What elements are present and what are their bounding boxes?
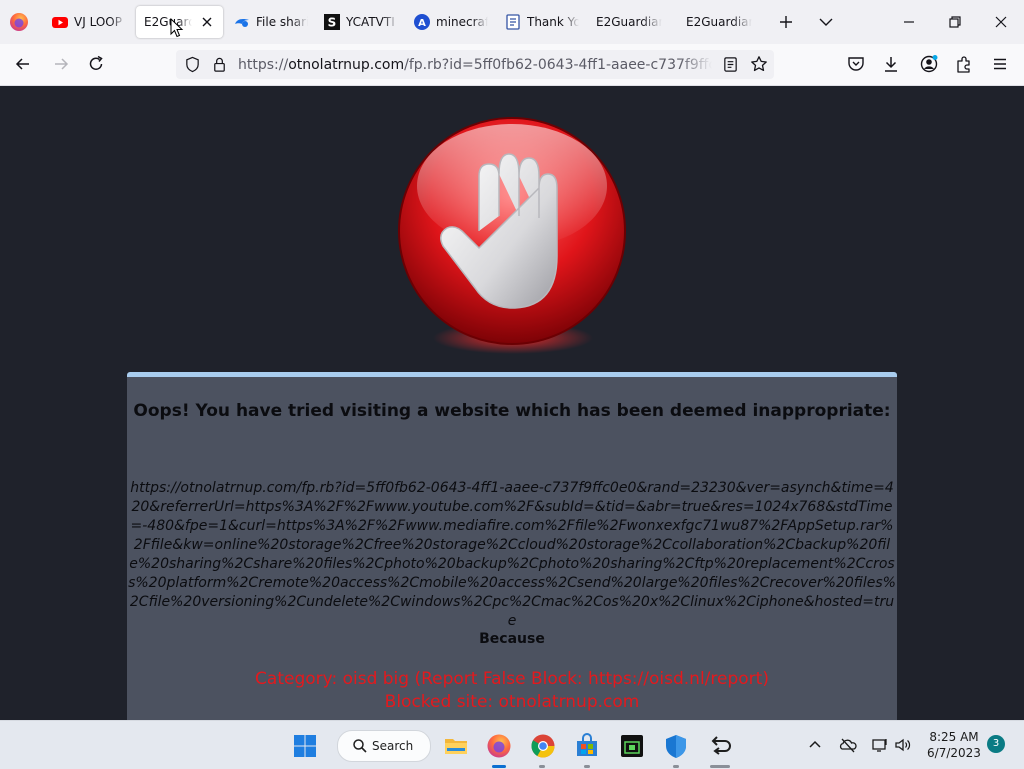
defender-shield-icon[interactable]	[663, 733, 689, 759]
windows-taskbar: Search 8:25 AM 6/7/2023 3	[0, 720, 1024, 769]
network-icon[interactable]	[871, 736, 889, 754]
tab-label: E2Guardian -	[596, 15, 662, 29]
taskbar-clock[interactable]: 8:25 AM 6/7/2023	[920, 729, 988, 761]
mediafire-icon	[235, 19, 249, 27]
padlock-icon[interactable]	[211, 56, 228, 73]
hamburger-menu-icon[interactable]	[990, 54, 1010, 74]
youtube-icon	[52, 17, 68, 28]
microsoft-store-icon[interactable]	[574, 733, 600, 759]
volume-icon[interactable]	[894, 736, 912, 754]
tab-vj-loop[interactable]: VJ LOOP	[52, 6, 130, 38]
firefox-taskbar-icon[interactable]	[486, 733, 512, 759]
s-logo-icon: S	[324, 14, 340, 30]
tab-label: VJ LOOP	[74, 15, 122, 29]
close-tab-icon[interactable]	[199, 14, 215, 30]
forward-arrow-icon[interactable]	[51, 54, 71, 74]
block-reason: Category: oisd big (Report False Block: …	[127, 668, 897, 714]
onedrive-offline-icon[interactable]	[839, 736, 857, 754]
tab-e2guardian-3[interactable]: E2Guardian -	[686, 6, 764, 38]
firefox-menu-icon[interactable]	[9, 12, 29, 32]
terminal-app-icon[interactable]	[619, 733, 645, 759]
close-window-icon[interactable]	[991, 12, 1011, 32]
address-bar[interactable]: https://otnolatrnup.com/fp.rb?id=5ff0fb6…	[176, 50, 774, 79]
tab-label: File sharing	[256, 15, 308, 29]
file-explorer-icon[interactable]	[443, 733, 469, 759]
blocked-page: Oops! You have tried visiting a website …	[0, 86, 1024, 720]
block-message-panel: Oops! You have tried visiting a website …	[127, 372, 897, 720]
tab-minecraft[interactable]: A minecraft	[414, 6, 492, 38]
a-logo-icon: A	[414, 14, 430, 30]
downloads-icon[interactable]	[881, 54, 901, 74]
restore-icon[interactable]	[945, 12, 965, 32]
bookmark-star-icon[interactable]	[750, 55, 768, 73]
tab-label: YCATVTI	[346, 15, 395, 29]
tab-e2guardian-2[interactable]: E2Guardian -	[596, 6, 674, 38]
download-page-icon	[506, 14, 520, 30]
list-all-tabs-icon[interactable]	[816, 12, 836, 32]
search-icon	[353, 739, 367, 753]
chrome-icon[interactable]	[530, 733, 556, 759]
new-tab-icon[interactable]	[776, 12, 796, 32]
url-path: /fp.rb?id=5ff0fb62-0643-4ff1-aaee-c737f9…	[404, 57, 712, 73]
pocket-icon[interactable]	[846, 54, 866, 74]
tab-thank-you[interactable]: Thank You	[505, 6, 583, 38]
blocked-url-text: https://otnolatrnup.com/fp.rb?id=5ff0fb6…	[128, 480, 896, 629]
tab-strip: VJ LOOP E2Guardian File sharing S YCATVT…	[0, 0, 1024, 44]
tab-file-sharing[interactable]: File sharing	[234, 6, 312, 38]
tab-label: E2Guardian	[144, 15, 192, 29]
search-label: Search	[372, 739, 414, 753]
tab-ycatvti[interactable]: S YCATVTI	[324, 6, 402, 38]
start-windows-icon[interactable]	[292, 733, 318, 759]
clock-time: 8:25 AM	[929, 730, 979, 744]
url-scheme: https://	[238, 57, 289, 73]
category-line: Category: oisd big (Report False Block: …	[255, 669, 769, 689]
tab-label: minecraft	[436, 15, 488, 29]
because-label: Because	[479, 631, 545, 647]
clock-date: 6/7/2023	[927, 746, 981, 760]
svg-text:S: S	[328, 16, 337, 30]
account-icon[interactable]	[919, 54, 939, 74]
tab-label: E2Guardian -	[686, 15, 752, 29]
reader-view-icon[interactable]	[722, 56, 739, 73]
remote-app-icon[interactable]	[707, 733, 733, 759]
stop-hand-icon	[398, 117, 626, 354]
navigation-toolbar: https://otnolatrnup.com/fp.rb?id=5ff0fb6…	[0, 44, 1024, 86]
notification-badge[interactable]: 3	[987, 735, 1005, 753]
mouse-cursor-icon	[170, 18, 184, 38]
svg-text:A: A	[418, 18, 426, 29]
extensions-puzzle-icon[interactable]	[954, 54, 974, 74]
taskbar-search[interactable]: Search	[337, 730, 431, 762]
url-host: otnolatrnup.com	[288, 57, 405, 73]
url-text[interactable]: https://otnolatrnup.com/fp.rb?id=5ff0fb6…	[238, 57, 712, 73]
blocked-site-line: Blocked site: otnolatrnup.com	[384, 692, 640, 712]
minimize-icon[interactable]	[899, 12, 919, 32]
tracking-protection-shield-icon[interactable]	[184, 56, 201, 73]
tab-label: Thank You	[527, 15, 579, 29]
back-arrow-icon[interactable]	[13, 54, 33, 74]
reload-icon[interactable]	[86, 54, 106, 74]
block-headline: Oops! You have tried visiting a website …	[133, 401, 891, 421]
show-hidden-icons-chevron-icon[interactable]	[806, 736, 824, 754]
